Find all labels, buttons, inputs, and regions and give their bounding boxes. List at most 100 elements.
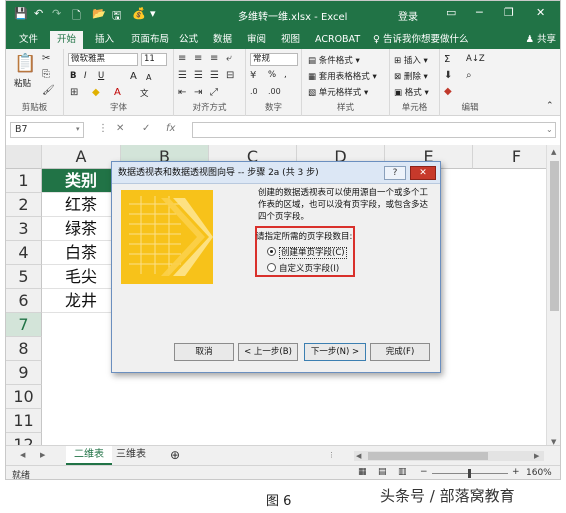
sheet-tab-3d[interactable]: 三维表 — [108, 446, 154, 465]
wrap-text-icon[interactable]: ⤶ — [226, 53, 232, 64]
radio-selected-icon[interactable] — [267, 247, 276, 256]
paste-button[interactable]: 粘贴 — [14, 77, 31, 89]
cell-a5[interactable]: 毛尖 — [42, 265, 121, 289]
add-sheet-icon[interactable]: ⊕ — [162, 446, 188, 465]
zoom-slider-thumb[interactable] — [468, 469, 471, 478]
column-header-f[interactable]: F — [473, 145, 546, 169]
cancel-entry-icon[interactable]: ✕ — [116, 123, 124, 134]
maximize-icon[interactable]: ❐ — [504, 6, 514, 19]
tab-home[interactable]: 开始 — [50, 31, 84, 49]
horizontal-scrollbar[interactable]: ◀ ▶ — [354, 451, 544, 461]
tab-formulas[interactable]: 公式 — [172, 31, 205, 49]
tab-data[interactable]: 数据 — [206, 31, 239, 49]
number-format-select[interactable]: 常规 — [250, 53, 298, 66]
more-sheets-icon[interactable]: ⋮ — [328, 451, 335, 459]
shrink-font-button[interactable]: A — [146, 73, 151, 82]
next-button[interactable]: 下一步(N) > — [304, 343, 366, 361]
page-break-view-icon[interactable]: ▥ — [398, 467, 407, 477]
grow-font-button[interactable]: A — [130, 71, 137, 82]
row-header-2[interactable]: 2 — [6, 193, 42, 217]
cell-a4[interactable]: 白茶 — [42, 241, 121, 265]
orientation-icon[interactable]: ⤢ — [210, 87, 218, 98]
tab-acrobat[interactable]: ACROBAT — [308, 31, 367, 49]
copy-icon[interactable]: ⎘ — [42, 69, 50, 80]
more-options-icon[interactable]: ⋮ — [98, 123, 108, 134]
help-button[interactable]: ? — [384, 166, 406, 180]
align-bottom-icon[interactable]: ≡ — [210, 53, 218, 64]
font-name-select[interactable]: 微软雅黑 — [68, 53, 138, 66]
radio-unselected-icon[interactable] — [267, 263, 276, 272]
sort-filter-button[interactable]: A↓Z — [466, 54, 485, 64]
format-cells-button[interactable]: ▣ 格式 ▾ — [394, 86, 429, 98]
increase-decimal-icon[interactable]: .0 — [250, 87, 258, 96]
row-header-9[interactable]: 9 — [6, 361, 42, 385]
row-header-3[interactable]: 3 — [6, 217, 42, 241]
tab-review[interactable]: 审阅 — [240, 31, 273, 49]
cell-a1[interactable]: 类别 — [42, 169, 121, 193]
percent-button[interactable]: % — [268, 70, 276, 80]
tab-file[interactable]: 文件 — [12, 31, 45, 49]
align-middle-icon[interactable]: ≡ — [194, 53, 202, 64]
undo-icon[interactable]: ↶ — [34, 7, 43, 20]
expand-formula-icon[interactable]: ⌄ — [546, 125, 553, 134]
ribbon-display-icon[interactable]: ▭ — [446, 6, 456, 19]
scroll-up-icon[interactable]: ▲ — [551, 148, 556, 156]
row-header-8[interactable]: 8 — [6, 337, 42, 361]
prev-sheet-icon[interactable]: ◀ — [20, 451, 25, 459]
cut-icon[interactable]: ✂ — [42, 53, 50, 64]
italic-button[interactable]: I — [84, 71, 87, 81]
autosum-button[interactable]: Σ — [444, 54, 450, 65]
row-header-12[interactable]: 12 — [6, 433, 42, 445]
paste-icon[interactable]: 📋 — [14, 53, 36, 74]
cell-a2[interactable]: 红茶 — [42, 193, 121, 217]
share-button[interactable]: ♟ 共享 — [525, 31, 556, 48]
sheet-tab-2d[interactable]: 二维表 — [66, 446, 112, 465]
zoom-in-button[interactable]: + — [512, 467, 520, 477]
bold-button[interactable]: B — [70, 71, 76, 81]
conditional-format-button[interactable]: ▤ 条件格式 ▾ — [308, 54, 360, 66]
name-box[interactable]: B7 — [10, 122, 84, 138]
accounting-icon[interactable]: ¥ — [250, 70, 256, 81]
minimize-icon[interactable]: ─ — [476, 6, 483, 19]
vertical-scroll-thumb[interactable] — [550, 161, 559, 311]
collapse-ribbon-icon[interactable]: ⌃ — [546, 101, 554, 111]
normal-view-icon[interactable]: ▦ — [358, 467, 367, 477]
insert-function-button[interactable]: fx — [166, 123, 175, 134]
phonetic-button[interactable]: 文 — [140, 87, 149, 99]
row-header-6[interactable]: 6 — [6, 289, 42, 313]
scroll-right-icon[interactable]: ▶ — [534, 452, 539, 460]
currency-icon[interactable]: 💰 — [132, 7, 146, 20]
tab-page-layout[interactable]: 页面布局 — [124, 31, 176, 49]
row-header-1[interactable]: 1 — [6, 169, 42, 193]
fill-icon[interactable]: ⬇ — [444, 70, 452, 81]
customize-quick-access-icon[interactable]: ▾ — [150, 7, 156, 20]
name-box-dropdown-icon[interactable]: ▾ — [76, 125, 80, 133]
save-icon[interactable]: 💾 — [14, 7, 28, 20]
row-header-10[interactable]: 10 — [6, 385, 42, 409]
comma-button[interactable]: , — [284, 70, 287, 80]
cell-a6[interactable]: 龙井 — [42, 289, 121, 313]
zoom-level[interactable]: 160% — [526, 468, 552, 478]
border-icon[interactable]: ⊞ — [70, 87, 78, 98]
vertical-scrollbar[interactable]: ▲ ▼ — [546, 145, 560, 450]
row-header-11[interactable]: 11 — [6, 409, 42, 433]
formula-input[interactable] — [192, 122, 556, 138]
increase-indent-icon[interactable]: ⇥ — [194, 87, 202, 98]
row-header-7[interactable]: 7 — [6, 313, 42, 337]
tell-me-search[interactable]: ♀ 告诉我你想要做什么 — [366, 31, 476, 49]
align-center-icon[interactable]: ☰ — [194, 70, 203, 81]
delete-cells-button[interactable]: ⊠ 删除 ▾ — [394, 70, 428, 82]
align-left-icon[interactable]: ☰ — [178, 70, 187, 81]
cell-a3[interactable]: 绿茶 — [42, 217, 121, 241]
find-select-icon[interactable]: ⌕ — [466, 70, 472, 81]
tab-view[interactable]: 视图 — [274, 31, 307, 49]
format-painter-icon[interactable]: 🖌 — [42, 85, 55, 96]
insert-cells-button[interactable]: ⊞ 插入 ▾ — [394, 54, 428, 66]
redo-icon[interactable]: ↷ — [52, 7, 61, 20]
column-header-a[interactable]: A — [42, 145, 121, 169]
next-sheet-icon[interactable]: ▶ — [40, 451, 45, 459]
custom-page-field-option[interactable]: 自定义页字段(I) — [267, 262, 339, 274]
scroll-left-icon[interactable]: ◀ — [356, 452, 361, 460]
align-top-icon[interactable]: ≡ — [178, 53, 186, 64]
zoom-out-button[interactable]: − — [420, 467, 428, 477]
